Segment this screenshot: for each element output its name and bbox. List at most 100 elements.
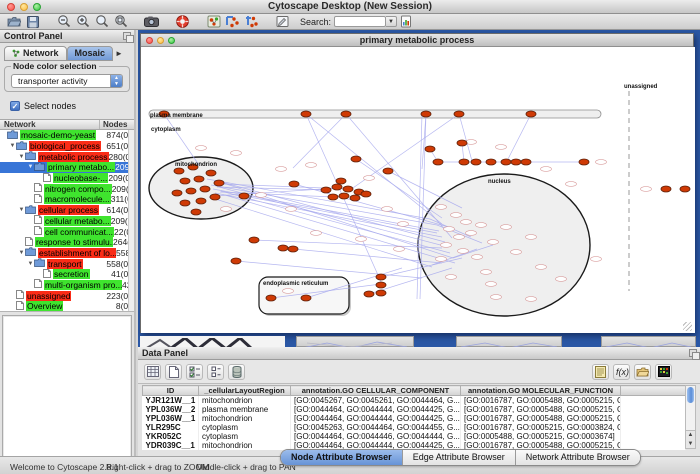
- tree-row[interactable]: ▼establishment of lo...558(0): [0, 248, 134, 259]
- tree-row[interactable]: Overview8(0): [0, 301, 134, 312]
- tree-row[interactable]: macromolecule...311(0): [0, 194, 134, 205]
- graph-node[interactable]: [341, 111, 351, 117]
- tree-row[interactable]: ▼metabolic process280(0): [0, 151, 134, 162]
- graph-node[interactable]: [351, 156, 361, 162]
- graph-node[interactable]: [196, 198, 206, 204]
- import-attributes-icon[interactable]: [634, 364, 651, 380]
- expand-triangle-icon[interactable]: ▼: [9, 143, 16, 149]
- graph-node[interactable]: [433, 159, 443, 165]
- graph-node[interactable]: [361, 191, 371, 197]
- network-canvas[interactable]: plasma membranemitochondrionnucleusendop…: [141, 47, 695, 333]
- tab-network[interactable]: Network: [4, 46, 67, 61]
- search-option-icon[interactable]: [399, 15, 414, 28]
- zoom-selected-icon[interactable]: [94, 15, 109, 28]
- table-row[interactable]: YKR052Ccytoplasm[GO:0044464, GO:0044446,…: [143, 432, 686, 441]
- graph-node[interactable]: [376, 282, 386, 288]
- tree-row[interactable]: ▼biological_process651(0): [0, 141, 134, 152]
- network-window-titlebar[interactable]: primary metabolic process: [141, 34, 693, 47]
- delete-attribute-icon[interactable]: [228, 364, 245, 380]
- resize-grip-icon[interactable]: [683, 322, 692, 331]
- graph-node[interactable]: [321, 187, 331, 193]
- graph-node[interactable]: [301, 295, 311, 301]
- graph-node[interactable]: [376, 290, 386, 296]
- graph-node[interactable]: [332, 184, 342, 190]
- save-icon[interactable]: [25, 15, 40, 28]
- search-input[interactable]: [334, 16, 386, 27]
- matrix-icon[interactable]: [655, 364, 672, 380]
- table-row[interactable]: YJR121W__1mitochondrion[GO:0045267, GO:0…: [143, 396, 686, 406]
- graph-node[interactable]: [511, 159, 521, 165]
- zoom-out-icon[interactable]: [56, 15, 71, 28]
- graph-node[interactable]: [350, 195, 360, 201]
- tree-scrollbar[interactable]: [128, 130, 134, 311]
- tree-row[interactable]: ▼primary metabo...209(...: [0, 162, 134, 173]
- graph-node[interactable]: [339, 193, 349, 199]
- table-column-header[interactable]: _cellularLayoutRegion: [199, 386, 291, 396]
- layout-b-icon[interactable]: [244, 15, 259, 28]
- graph-node[interactable]: [501, 159, 511, 165]
- graph-node[interactable]: [288, 246, 298, 252]
- birds-eye-view[interactable]: [2, 315, 132, 461]
- graph-node[interactable]: [521, 159, 531, 165]
- graph-node[interactable]: [364, 291, 374, 297]
- table-column-header[interactable]: annotation.GO CELLULAR_COMPONENT: [291, 386, 461, 396]
- graph-node[interactable]: [579, 159, 589, 165]
- help-ring-icon[interactable]: [175, 15, 190, 28]
- tab-mosaic[interactable]: Mosaic: [67, 46, 114, 61]
- float-panel-icon[interactable]: [689, 349, 697, 357]
- graph-node[interactable]: [343, 186, 353, 192]
- graph-node[interactable]: [289, 181, 299, 187]
- graph-node[interactable]: [661, 186, 671, 192]
- graph-node[interactable]: [214, 180, 224, 186]
- expand-triangle-icon[interactable]: ▼: [27, 261, 34, 267]
- new-attribute-icon[interactable]: [165, 364, 182, 380]
- graph-node[interactable]: [210, 194, 220, 200]
- tab-edge-attribute-browser[interactable]: Edge Attribute Browser: [403, 450, 516, 465]
- graph-node[interactable]: [457, 140, 467, 146]
- expand-triangle-icon[interactable]: ▼: [18, 154, 25, 160]
- graph-node[interactable]: [454, 111, 464, 117]
- select-attributes-icon[interactable]: [186, 364, 203, 380]
- graph-node[interactable]: [249, 237, 259, 243]
- table-row[interactable]: YLR295Ccytoplasm[GO:0045263, GO:0044464,…: [143, 423, 686, 432]
- graph-node[interactable]: [180, 178, 190, 184]
- graph-node[interactable]: [174, 168, 184, 174]
- table-row[interactable]: YPL036W__1mitochondrion[GO:0044464, GO:0…: [143, 414, 686, 423]
- graph-node[interactable]: [172, 190, 182, 196]
- graph-node[interactable]: [425, 146, 435, 152]
- graph-node[interactable]: [206, 170, 216, 176]
- graph-node[interactable]: [194, 176, 204, 182]
- table-scrollbar-arrows[interactable]: ▲▼: [686, 430, 695, 448]
- tree-row[interactable]: secretion41(0): [0, 269, 134, 280]
- graph-node[interactable]: [186, 188, 196, 194]
- tree-row[interactable]: cell communicat...22(0): [0, 226, 134, 237]
- tree-row[interactable]: mosaic-demo-yeast874(0): [0, 130, 134, 141]
- graph-node[interactable]: [680, 186, 690, 192]
- table-mode-icon[interactable]: [144, 364, 161, 380]
- graph-node[interactable]: [471, 159, 481, 165]
- formula-builder-icon[interactable]: f(x): [613, 364, 630, 380]
- combobox-stepper-icon[interactable]: ▲▼: [110, 75, 122, 87]
- graph-node[interactable]: [200, 186, 210, 192]
- graph-node[interactable]: [421, 111, 431, 117]
- tree-row[interactable]: cellular metabo...209(0): [0, 216, 134, 227]
- zoom-in-icon[interactable]: [75, 15, 90, 28]
- layout-a-icon[interactable]: [225, 15, 240, 28]
- graph-node[interactable]: [239, 193, 249, 199]
- graph-node[interactable]: [231, 258, 241, 264]
- graph-node[interactable]: [486, 159, 496, 165]
- graph-node[interactable]: [180, 200, 190, 206]
- expand-triangle-icon[interactable]: ▼: [18, 207, 25, 213]
- search-dropdown-arrow[interactable]: ▼: [386, 16, 397, 27]
- graph-node[interactable]: [526, 111, 536, 117]
- tree-row[interactable]: unassigned223(0): [0, 290, 134, 301]
- vizmapper-icon[interactable]: [206, 15, 221, 28]
- notes-icon[interactable]: [592, 364, 609, 380]
- tab-network-attribute-browser[interactable]: Network Attribute Browser: [516, 450, 640, 465]
- tree-row[interactable]: nucleobase-...209(0): [0, 173, 134, 184]
- graph-node[interactable]: [266, 295, 276, 301]
- table-scrollbar[interactable]: ▲▼: [685, 385, 696, 449]
- tree-row[interactable]: nitrogen compo...209(0): [0, 183, 134, 194]
- graph-node[interactable]: [459, 159, 469, 165]
- tree-col-nodes[interactable]: Nodes: [100, 120, 134, 129]
